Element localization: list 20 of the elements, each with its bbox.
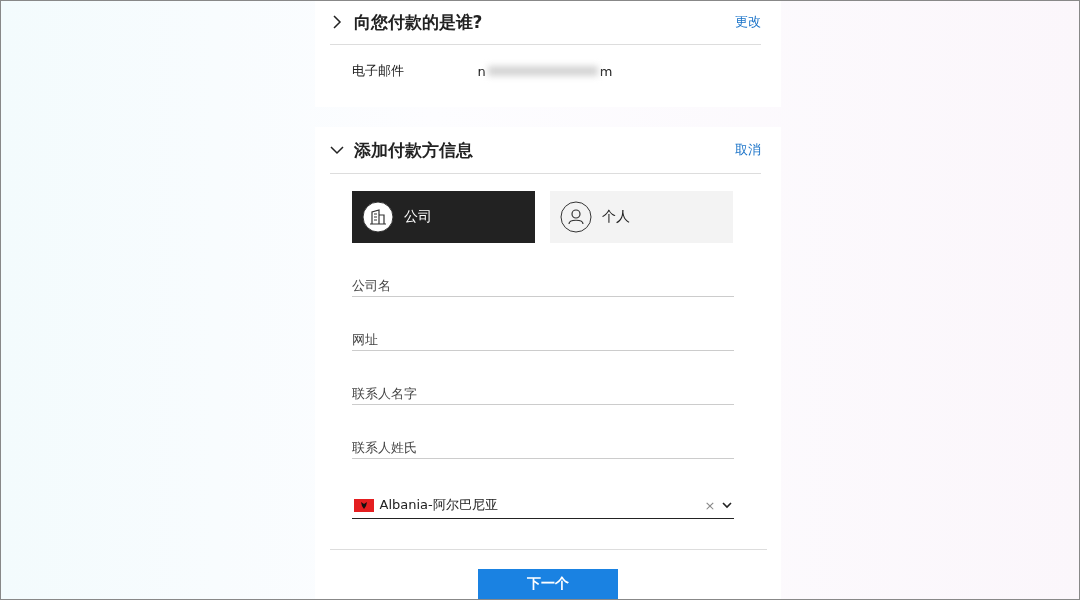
section-title: 添加付款方信息 bbox=[353, 138, 474, 162]
payer-type-option[interactable]: 个人 bbox=[549, 191, 733, 243]
change-link[interactable]: 更改 bbox=[734, 13, 761, 31]
text-field[interactable]: 公司名 bbox=[351, 274, 734, 297]
text-field[interactable]: 联系人名字 bbox=[351, 382, 734, 405]
flag-icon bbox=[353, 498, 374, 512]
payer-type-option[interactable]: 公司 bbox=[351, 191, 535, 243]
person-icon bbox=[559, 201, 592, 233]
cancel-link[interactable]: 取消 bbox=[734, 141, 761, 159]
text-field[interactable]: 网址 bbox=[351, 328, 734, 351]
next-button[interactable]: 下一个 bbox=[478, 569, 618, 599]
email-label: 电子邮件 bbox=[351, 62, 405, 80]
caret-icon[interactable] bbox=[721, 501, 732, 509]
section-title: 向您付款的是谁? bbox=[353, 10, 484, 34]
clear-button[interactable]: × bbox=[704, 497, 716, 513]
chevron-icon[interactable] bbox=[329, 143, 344, 157]
email-value: n m bbox=[477, 63, 613, 79]
country-select[interactable]: Albania-阿尔巴尼亚 × bbox=[351, 492, 734, 519]
text-field[interactable]: 联系人姓氏 bbox=[351, 436, 734, 459]
building-icon bbox=[361, 201, 394, 233]
